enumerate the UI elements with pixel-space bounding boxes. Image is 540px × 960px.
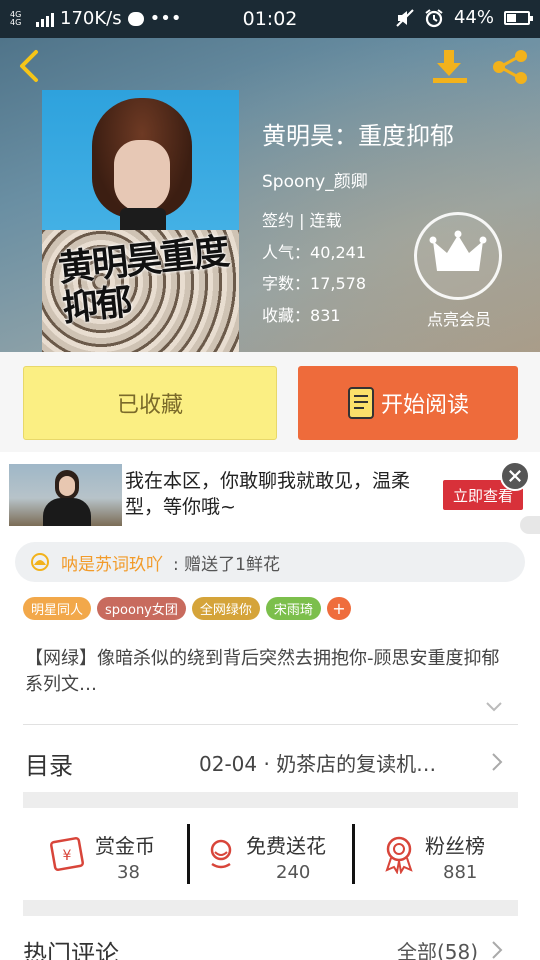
tag-chip[interactable]: 宋雨琦 — [265, 597, 321, 620]
popularity-label: 人气： — [262, 243, 311, 262]
flower-icon — [31, 553, 49, 571]
close-icon[interactable] — [500, 461, 530, 491]
ad-text: 我在本区，你敢聊我就敢见，温柔型，等你哦~ — [125, 470, 411, 518]
ad-photo-body — [43, 498, 91, 526]
book-cover[interactable]: 黄明昊重度抑郁 — [42, 90, 239, 352]
flowers-label: 免费送花 — [246, 834, 326, 858]
section-separator — [23, 792, 518, 808]
wordcount-label: 字数： — [262, 274, 311, 293]
stats-bar: ¥ 赏金币 38 免费送花 240 粉丝榜 881 — [23, 808, 518, 900]
status-bar: 4G 4G 170K/s ••• 01:02 44% — [0, 0, 540, 38]
tag-chip[interactable]: spoony女团 — [97, 597, 186, 620]
vip-button[interactable] — [414, 212, 502, 300]
chevron-right-icon — [492, 941, 503, 959]
share-icon[interactable] — [490, 48, 530, 86]
crown-icon — [429, 230, 487, 271]
book-popularity: 人气：40,241 — [262, 239, 366, 263]
red-envelope-icon: ¥ — [50, 837, 84, 871]
tag-chip[interactable]: 明星同人 — [23, 597, 92, 620]
book-title: 黄明昊：重度抑郁 — [262, 122, 454, 150]
cover-face — [114, 140, 170, 212]
hot-comments-header[interactable]: 热门评论 全部(58) — [0, 928, 540, 960]
wordcount-value: 17,578 — [310, 274, 366, 293]
favorites-label: 收藏： — [262, 306, 311, 325]
book-description[interactable]: 【网绿】像暗杀似的绕到背后突然去拥抱你-顾思安重度抑郁系列文… — [25, 646, 515, 698]
hot-comments-title: 热门评论 — [23, 940, 119, 960]
vip-label[interactable]: 点亮会员 — [414, 306, 504, 330]
tag-list: 明星同人 spoony女团 全网绿你 宋雨琦 + — [23, 597, 351, 620]
battery-icon — [504, 10, 533, 25]
book-icon — [347, 387, 374, 419]
favorited-button[interactable]: 已收藏 — [23, 366, 277, 440]
gift-user[interactable]: 呐是苏词玖吖 — [61, 550, 163, 575]
fan-ranking-button[interactable]: 粉丝榜 881 — [355, 808, 518, 900]
download-icon[interactable] — [430, 46, 470, 86]
ad-mark-icon — [520, 516, 540, 534]
flower-gift-icon — [210, 839, 232, 869]
reward-coins-button[interactable]: ¥ 赏金币 38 — [23, 808, 188, 900]
medal-icon — [385, 836, 413, 874]
toc-label: 目录 — [25, 752, 73, 780]
svg-text:¥: ¥ — [63, 848, 72, 864]
add-tag-button[interactable]: + — [326, 597, 351, 620]
ad-banner[interactable]: 我在本区，你敢聊我就敢见，温柔型，等你哦~ 立即查看 — [0, 456, 540, 534]
fans-label: 粉丝榜 — [425, 834, 485, 858]
start-reading-label: 开始阅读 — [380, 393, 469, 418]
gift-notice[interactable]: 呐是苏词玖吖 : 赠送了1鲜花 — [15, 542, 525, 582]
book-favorites: 收藏：831 — [262, 302, 341, 326]
back-arrow-icon[interactable] — [14, 46, 44, 86]
start-reading-button[interactable]: 开始阅读 — [298, 366, 518, 440]
divider — [23, 724, 518, 725]
battery-percent: 44% — [453, 7, 494, 28]
action-bar: 已收藏 开始阅读 — [0, 352, 540, 452]
chevron-right-icon — [492, 753, 503, 771]
alarm-icon — [425, 8, 443, 27]
book-status: 签约 | 连载 — [262, 211, 342, 230]
gift-action: : 赠送了1鲜花 — [173, 554, 280, 575]
mute-icon — [396, 8, 414, 27]
chevron-down-icon[interactable] — [484, 700, 504, 714]
ad-photo — [9, 464, 122, 526]
popularity-value: 40,241 — [310, 243, 366, 262]
flowers-value: 240 — [276, 862, 311, 883]
latest-chapter: 02-04 · 奶茶店的复读机… — [199, 752, 437, 776]
reward-value: 38 — [117, 862, 140, 883]
reward-label: 赏金币 — [95, 834, 155, 858]
favorites-value: 831 — [310, 306, 341, 325]
ad-photo-face — [59, 476, 75, 496]
table-of-contents-row[interactable]: 目录 02-04 · 奶茶店的复读机… — [0, 726, 540, 792]
fans-value: 881 — [443, 862, 478, 883]
book-author[interactable]: Spoony_颜卿 — [262, 167, 368, 192]
book-wordcount: 字数：17,578 — [262, 270, 366, 294]
free-flowers-button[interactable]: 免费送花 240 — [190, 808, 353, 900]
section-separator — [23, 900, 518, 916]
all-comments-link[interactable]: 全部(58) — [397, 936, 478, 960]
tag-chip[interactable]: 全网绿你 — [191, 597, 260, 620]
